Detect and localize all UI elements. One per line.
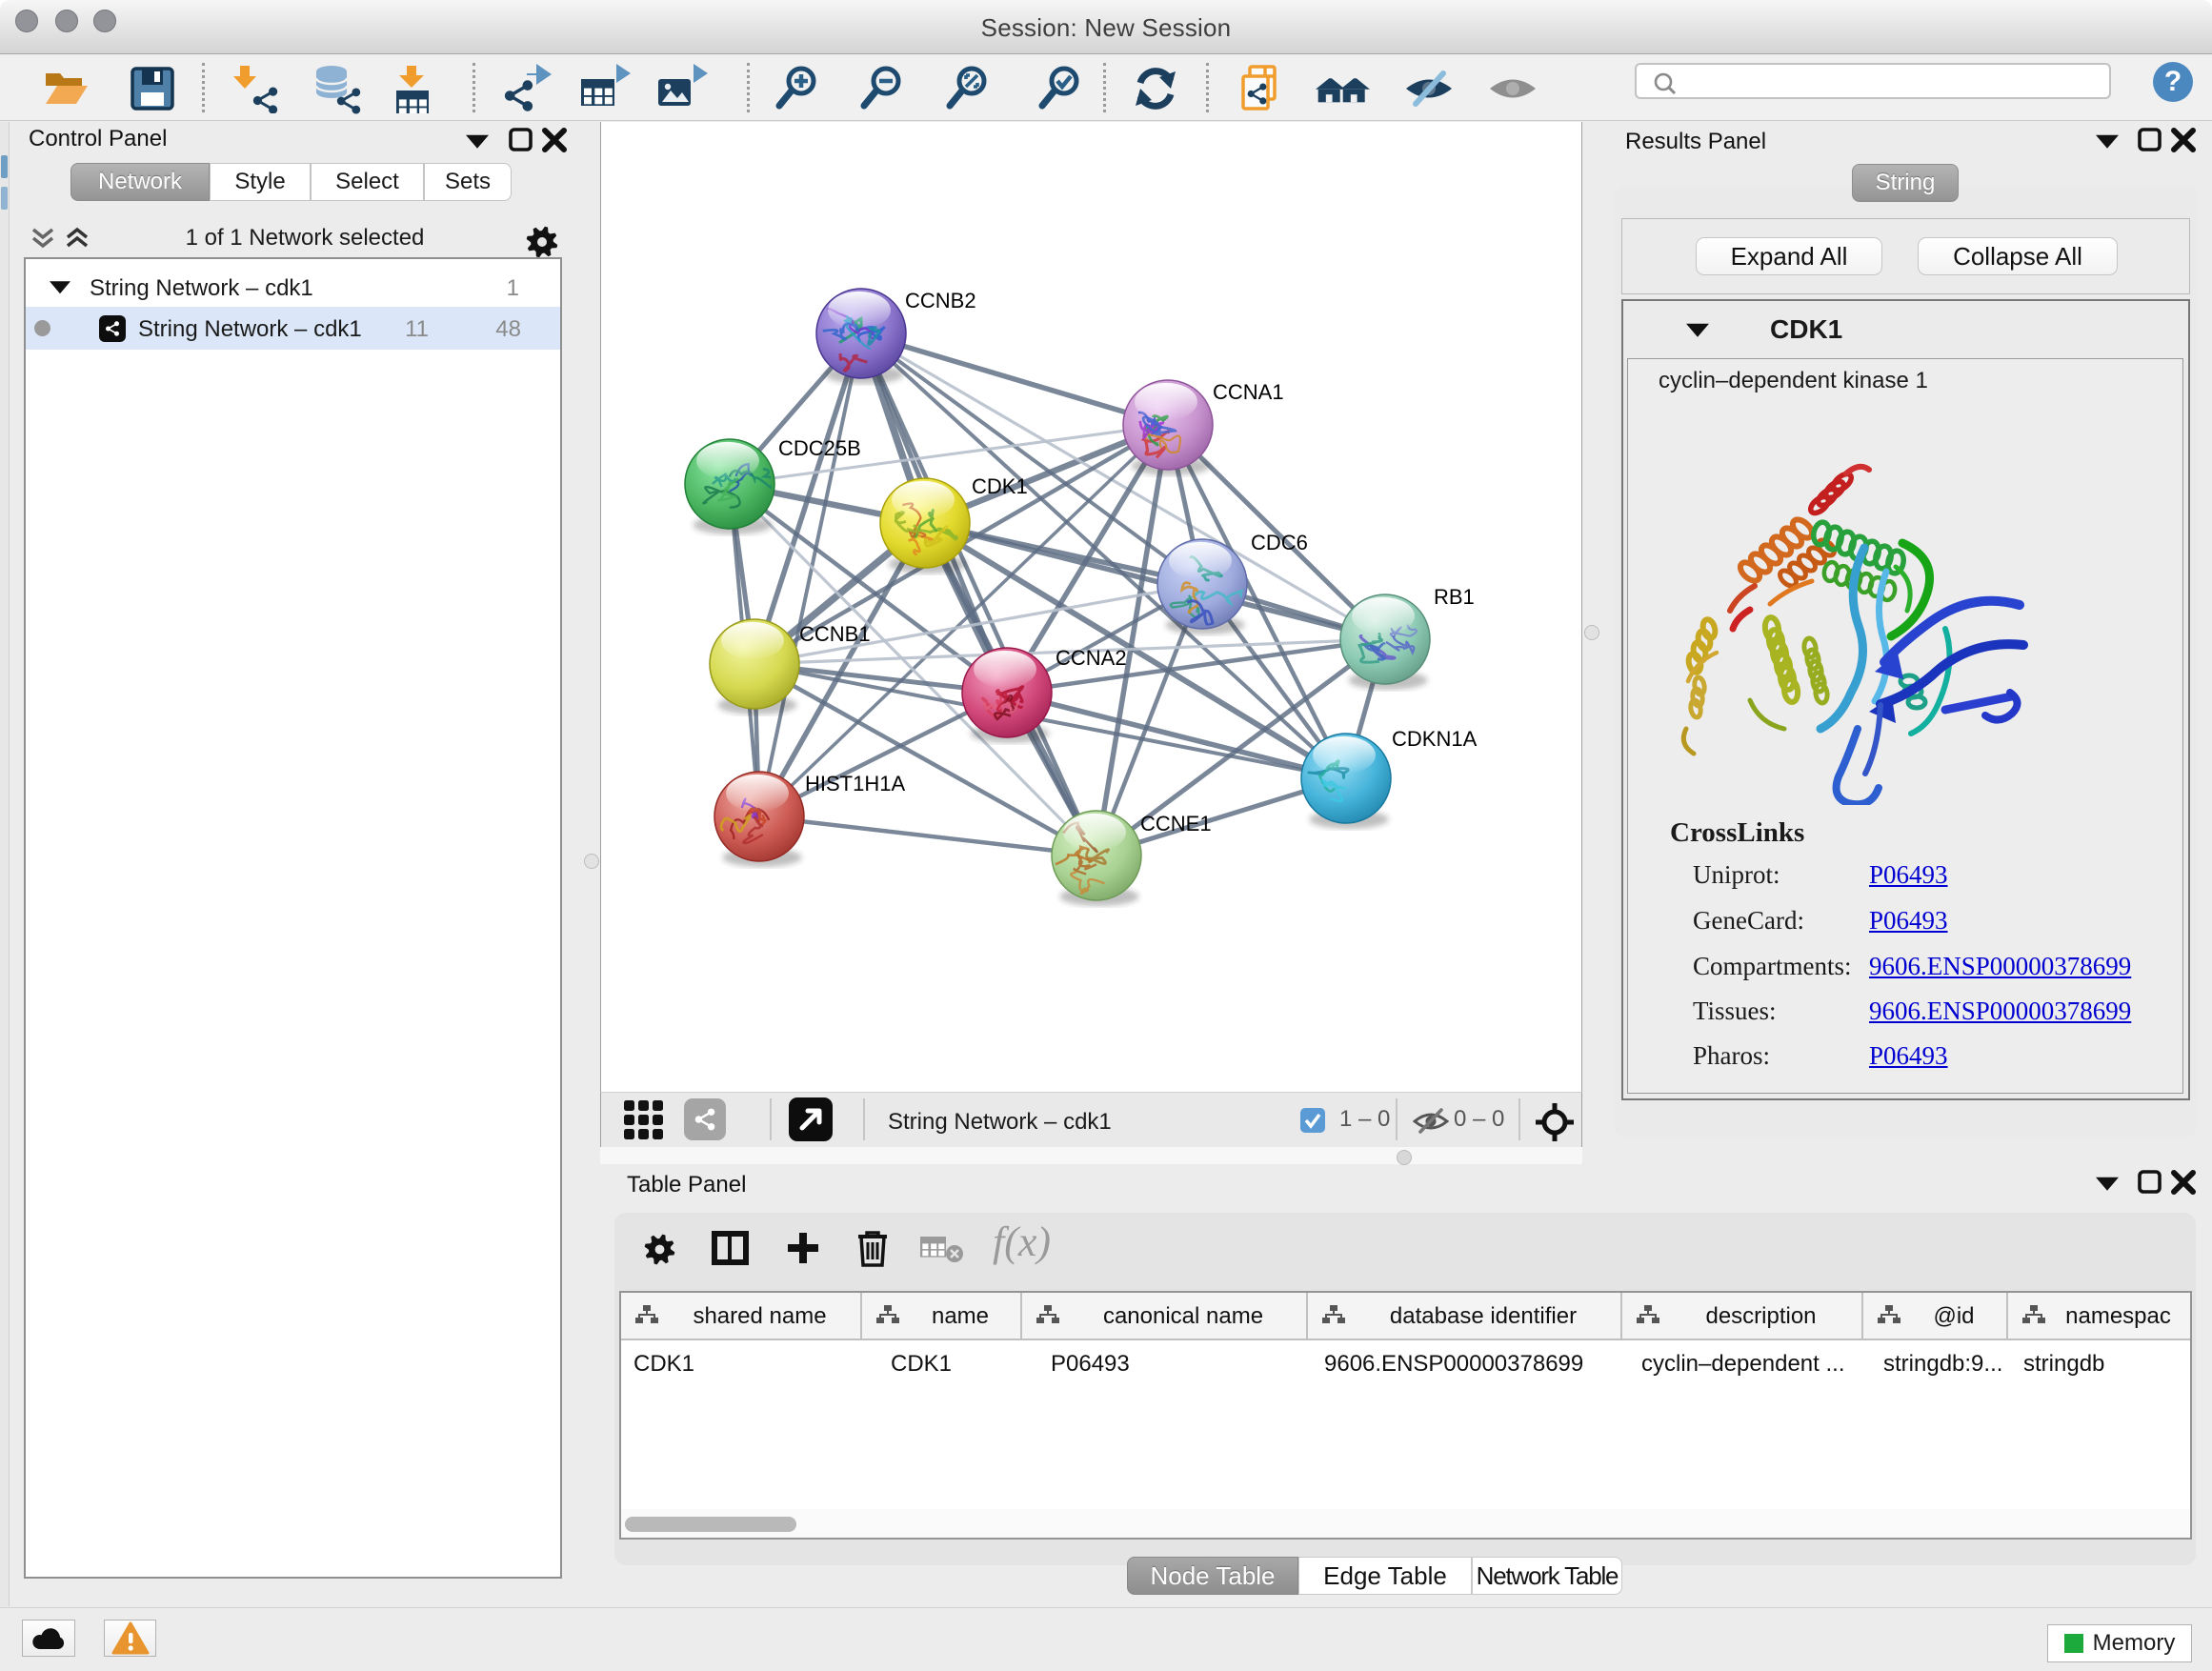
svg-text:?: ? <box>2164 66 2182 97</box>
